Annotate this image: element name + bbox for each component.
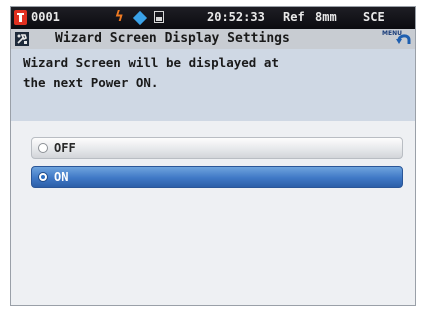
sample-number: 0001	[31, 10, 60, 24]
clock-time: 20:52:33	[207, 10, 265, 24]
option-on[interactable]: ON	[31, 166, 403, 188]
status-bar: 0001 ϟ 20:52:33 Ref 8mm SCE	[11, 7, 415, 29]
radio-off[interactable]	[38, 143, 48, 153]
option-off-label: OFF	[54, 141, 76, 155]
target-icon	[14, 10, 27, 25]
mode-ref: Ref	[283, 10, 305, 24]
settings-wrench-icon	[15, 32, 29, 46]
message-line-1: Wizard Screen will be displayed at	[23, 55, 279, 70]
menu-back-button[interactable]: MENU	[382, 30, 412, 48]
option-on-label: ON	[54, 170, 69, 184]
option-off[interactable]: OFF	[31, 137, 403, 159]
radio-on[interactable]	[38, 172, 48, 182]
page-title: Wizard Screen Display Settings	[55, 31, 290, 46]
back-arrow-icon	[396, 34, 411, 44]
message-line-2: the next Power ON.	[23, 75, 159, 90]
storage-icon	[154, 11, 164, 23]
message-area: Wizard Screen will be displayed at the n…	[11, 49, 415, 121]
power-icon: ϟ	[115, 9, 124, 25]
aperture-size: 8mm	[315, 10, 337, 24]
title-bar: Wizard Screen Display Settings MENU	[11, 29, 415, 50]
connection-icon	[132, 10, 148, 26]
device-screen: 0001 ϟ 20:52:33 Ref 8mm SCE Wizard Scree…	[10, 6, 416, 306]
specular-mode: SCE	[363, 10, 385, 24]
